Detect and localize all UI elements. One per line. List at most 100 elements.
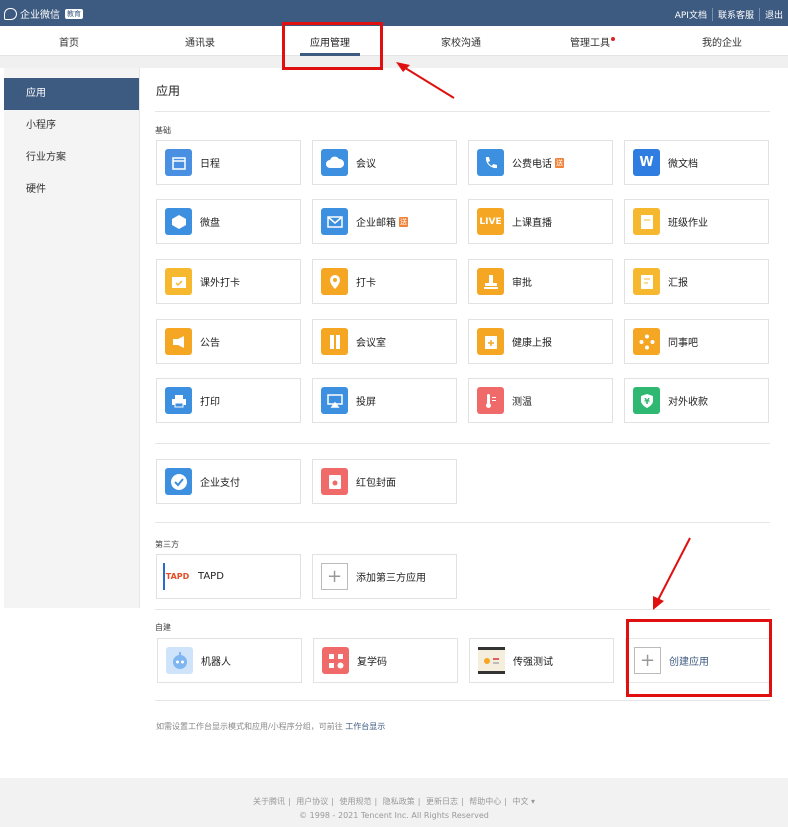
workbench-display-link[interactable]: 工作台显示 bbox=[345, 722, 385, 731]
screen-cast-icon bbox=[321, 387, 348, 414]
notification-dot-icon bbox=[611, 37, 615, 41]
phone-icon bbox=[477, 149, 504, 176]
copyright: © 1998 - 2021 Tencent Inc. All Rights Re… bbox=[299, 811, 489, 820]
app-card-label: 健康上报 bbox=[512, 338, 552, 349]
app-card[interactable]: 日程 bbox=[156, 140, 301, 185]
app-card-label: 企业支付 bbox=[200, 478, 240, 489]
footer-link-privacy[interactable]: 隐私政策 bbox=[380, 797, 418, 806]
app-card[interactable]: 微盘 bbox=[156, 199, 301, 244]
app-card[interactable]: 红包封面 bbox=[312, 459, 457, 504]
app-card[interactable]: 企业邮箱送 bbox=[312, 199, 457, 244]
app-card-test-app[interactable]: 传强测试 bbox=[469, 638, 614, 683]
brand-name: 企业微信 bbox=[20, 10, 60, 21]
location-pin-icon bbox=[321, 268, 348, 295]
app-card-label: 会议 bbox=[356, 159, 376, 170]
sidebar-item-hardware[interactable]: 硬件 bbox=[4, 174, 139, 206]
sidebar-item-industry-solutions[interactable]: 行业方案 bbox=[4, 142, 139, 174]
footer-link-about[interactable]: 关于腾讯 bbox=[250, 797, 288, 806]
brand-tag: 教育 bbox=[65, 8, 83, 19]
health-icon bbox=[477, 328, 504, 355]
pay-check-icon bbox=[165, 468, 192, 495]
logout-link[interactable]: 退出 bbox=[758, 8, 788, 21]
sidebar-item-apps[interactable]: 应用 bbox=[4, 78, 139, 110]
door-icon bbox=[321, 328, 348, 355]
app-card-label: TAPD bbox=[198, 571, 224, 582]
app-card[interactable]: 会议 bbox=[312, 140, 457, 185]
app-card-return-school-code[interactable]: 复学码 bbox=[313, 638, 458, 683]
wecom-logo-icon bbox=[4, 7, 17, 20]
annotation-arrow-icon bbox=[396, 62, 455, 99]
top-bar: 企业微信 教育 API文档 联系客服 退出 bbox=[0, 0, 788, 26]
divider bbox=[155, 111, 770, 112]
app-card[interactable]: 打卡 bbox=[312, 259, 457, 304]
app-card-label: 日程 bbox=[200, 159, 220, 170]
app-card-label: 机器人 bbox=[201, 657, 231, 668]
divider bbox=[155, 443, 770, 444]
app-card[interactable]: 企业支付 bbox=[156, 459, 301, 504]
app-card-tapd[interactable]: TAPD TAPD bbox=[156, 554, 301, 599]
api-docs-link[interactable]: API文档 bbox=[670, 8, 712, 21]
nav-my-enterprise[interactable]: 我的企业 bbox=[677, 34, 767, 49]
app-card-label: 红包封面 bbox=[356, 478, 396, 489]
customer-service-link[interactable]: 联系客服 bbox=[711, 8, 759, 21]
add-third-party-app-button[interactable]: + 添加第三方应用 bbox=[312, 554, 457, 599]
divider bbox=[155, 522, 770, 523]
app-card-label: 同事吧 bbox=[668, 338, 698, 349]
app-card[interactable]: 课外打卡 bbox=[156, 259, 301, 304]
sidebar: 应用 小程序 行业方案 硬件 bbox=[4, 68, 140, 608]
app-card[interactable]: 同事吧 bbox=[624, 319, 769, 364]
footer-link-usage[interactable]: 使用规范 bbox=[336, 797, 374, 806]
app-card-label: 投屏 bbox=[356, 397, 376, 408]
yuan-shield-icon: ¥ bbox=[633, 387, 660, 414]
nav-contacts[interactable]: 通讯录 bbox=[155, 34, 245, 49]
nav-home[interactable]: 首页 bbox=[24, 34, 114, 49]
printer-icon bbox=[165, 387, 192, 414]
nav-admin-tools[interactable]: 管理工具 bbox=[547, 34, 637, 49]
app-card-label: 企业邮箱 bbox=[356, 218, 396, 229]
app-card[interactable]: 投屏 bbox=[312, 378, 457, 423]
app-card[interactable]: LIVE 上课直播 bbox=[468, 199, 613, 244]
section-third-party-label: 第三方 bbox=[155, 540, 179, 549]
nav-home-school[interactable]: 家校沟通 bbox=[416, 34, 506, 49]
footer-link-terms[interactable]: 用户协议 bbox=[293, 797, 331, 806]
app-card[interactable]: 班级作业 bbox=[624, 199, 769, 244]
red-envelope-icon bbox=[321, 468, 348, 495]
app-card[interactable]: 公告 bbox=[156, 319, 301, 364]
mail-icon bbox=[321, 208, 348, 235]
homework-icon bbox=[633, 208, 660, 235]
annotation-arrow-icon bbox=[653, 537, 691, 610]
megaphone-icon bbox=[165, 328, 192, 355]
app-card[interactable]: 审批 bbox=[468, 259, 613, 304]
app-card-label: 复学码 bbox=[357, 657, 387, 668]
footer-link-changelog[interactable]: 更新日志 bbox=[423, 797, 461, 806]
qr-code-icon bbox=[322, 647, 349, 674]
checkin-calendar-icon bbox=[165, 268, 192, 295]
app-card[interactable]: 健康上报 bbox=[468, 319, 613, 364]
app-card-label: 打卡 bbox=[356, 278, 376, 289]
app-card[interactable]: 会议室 bbox=[312, 319, 457, 364]
app-card[interactable]: W 微文档 bbox=[624, 140, 769, 185]
app-card[interactable]: 汇报 bbox=[624, 259, 769, 304]
robot-icon bbox=[166, 647, 193, 674]
app-card-label: 添加第三方应用 bbox=[356, 573, 426, 584]
brand[interactable]: 企业微信 教育 bbox=[4, 6, 83, 21]
main-nav: 首页 通讯录 应用管理 家校沟通 管理工具 我的企业 bbox=[0, 26, 788, 56]
app-card-robot[interactable]: 机器人 bbox=[157, 638, 302, 683]
nav-admin-tools-label: 管理工具 bbox=[570, 38, 610, 49]
app-card-label: 汇报 bbox=[668, 278, 688, 289]
app-card-label: 传强测试 bbox=[513, 657, 553, 668]
footer-links: 关于腾讯 | 用户协议 | 使用规范 | 隐私政策 | 更新日志 | 帮助中心 | 中文 ▾ bbox=[0, 796, 788, 807]
sidebar-item-mini-programs[interactable]: 小程序 bbox=[4, 110, 139, 142]
app-card[interactable]: ¥ 对外收款 bbox=[624, 378, 769, 423]
app-card-label: 审批 bbox=[512, 278, 532, 289]
app-card[interactable]: 打印 bbox=[156, 378, 301, 423]
language-select[interactable]: 中文 ▾ bbox=[509, 797, 538, 806]
app-card[interactable]: 测温 bbox=[468, 378, 613, 423]
footer-link-help[interactable]: 帮助中心 bbox=[466, 797, 504, 806]
app-card-label: 课外打卡 bbox=[200, 278, 240, 289]
app-card[interactable]: 公费电话送 bbox=[468, 140, 613, 185]
app-card-label: 公费电话 bbox=[512, 159, 552, 170]
app-card-label: 公告 bbox=[200, 338, 220, 349]
plus-icon: + bbox=[321, 563, 348, 590]
calendar-icon bbox=[165, 149, 192, 176]
